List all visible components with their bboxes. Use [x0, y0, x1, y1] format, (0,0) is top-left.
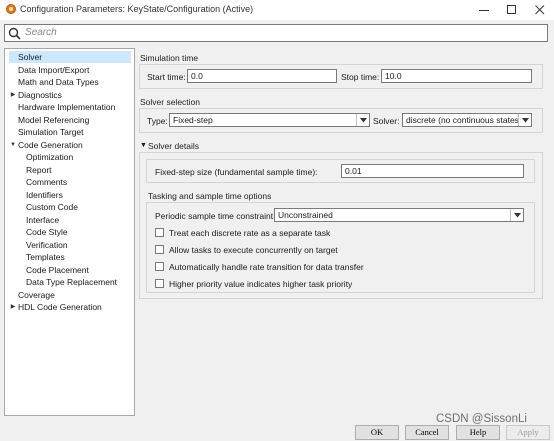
close-icon [535, 5, 545, 15]
solver-details-heading[interactable]: Solver details [148, 141, 199, 151]
minimize-button[interactable] [470, 0, 498, 20]
concurrent-tasks-checkbox[interactable] [155, 245, 164, 254]
window-title: Configuration Parameters: KeyState/Confi… [20, 4, 254, 14]
solver-select[interactable]: discrete (no continuous states) [402, 113, 532, 127]
tree-item-solver[interactable]: Solver [9, 51, 131, 63]
solver-type-select[interactable]: Fixed-step [169, 113, 370, 127]
start-time-field[interactable]: 0.0 [187, 69, 337, 83]
start-time-label: Start time: [147, 72, 186, 82]
watermark-text: CSDN @SissonLi [436, 413, 527, 425]
cancel-button[interactable]: Cancel [405, 425, 449, 440]
collapse-arrow-icon[interactable]: ▼ [140, 142, 147, 149]
title-bar: Configuration Parameters: KeyState/Confi… [0, 0, 554, 20]
stop-time-field[interactable]: 10.0 [381, 69, 532, 83]
rate-transition-checkbox[interactable] [155, 262, 164, 271]
collapse-arrow-icon[interactable]: ▼ [9, 139, 17, 151]
dropdown-arrow-icon[interactable] [356, 114, 369, 126]
solver-selection-heading: Solver selection [140, 97, 201, 107]
priority-value-checkbox[interactable] [155, 279, 164, 288]
dropdown-arrow-icon[interactable] [510, 209, 523, 221]
periodic-constraint-value: Unconstrained [278, 210, 333, 220]
periodic-constraint-select[interactable]: Unconstrained [274, 208, 524, 222]
ok-button[interactable]: OK [355, 425, 399, 440]
matlab-app-icon [6, 4, 16, 14]
tasking-heading: Tasking and sample time options [148, 191, 272, 201]
search-input[interactable]: Search [4, 24, 548, 42]
simulation-time-heading: Simulation time [140, 53, 199, 63]
concurrent-tasks-label: Allow tasks to execute concurrently on t… [169, 245, 338, 255]
solver-type-value: Fixed-step [173, 115, 213, 125]
solver-type-label: Type: [147, 116, 168, 126]
help-button[interactable]: Help [456, 425, 500, 440]
solver-label: Solver: [373, 116, 400, 126]
solver-value: discrete (no continuous states) [406, 115, 522, 125]
search-placeholder: Search [25, 27, 57, 38]
priority-value-label: Higher priority value indicates higher t… [169, 279, 353, 289]
minimize-icon [479, 10, 489, 11]
step-size-field[interactable]: 0.01 [341, 164, 524, 178]
close-button[interactable] [526, 0, 554, 20]
periodic-constraint-label: Periodic sample time constraint: [155, 211, 276, 221]
maximize-button[interactable] [498, 0, 526, 20]
step-size-label: Fixed-step size (fundamental sample time… [155, 167, 318, 177]
dropdown-arrow-icon[interactable] [518, 114, 531, 126]
rate-transition-label: Automatically handle rate transition for… [169, 262, 364, 272]
maximize-icon [507, 5, 516, 14]
separate-task-checkbox[interactable] [155, 228, 164, 237]
search-icon [8, 27, 21, 40]
stop-time-label: Stop time: [341, 72, 380, 82]
category-tree[interactable]: Solver Data Import/Export Math and Data … [4, 48, 135, 416]
separate-task-label: Treat each discrete rate as a separate t… [169, 228, 331, 238]
apply-button[interactable]: Apply [506, 425, 550, 440]
expand-arrow-icon[interactable]: ▶ [9, 89, 17, 101]
expand-arrow-icon[interactable]: ▶ [9, 301, 17, 313]
